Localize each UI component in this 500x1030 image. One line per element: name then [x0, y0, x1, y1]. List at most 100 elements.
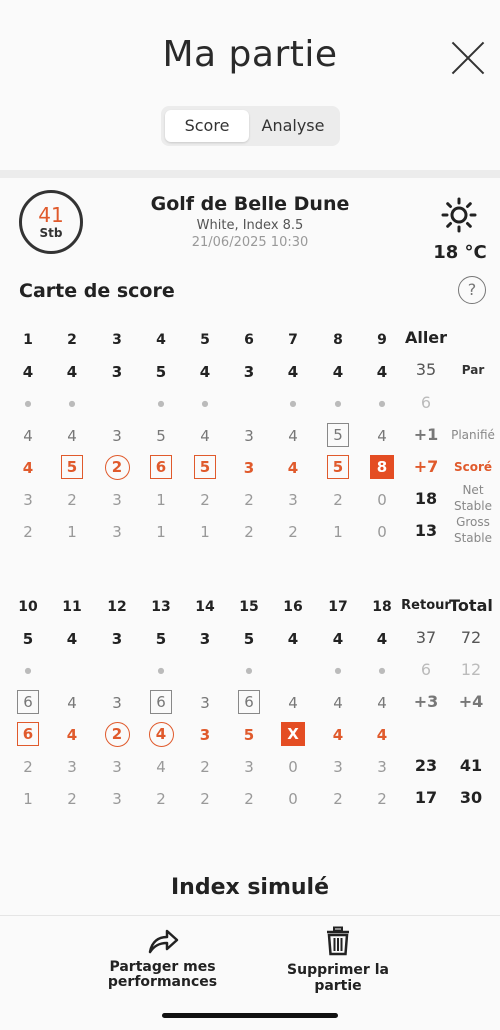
- gross-cell: 0: [377, 523, 387, 541]
- net-cell: 2: [23, 758, 33, 776]
- planned-cell: 6: [232, 690, 266, 714]
- stroke-dot: ●: [334, 666, 342, 675]
- hole-number: 3: [112, 332, 122, 348]
- gross-cell: 2: [23, 523, 33, 541]
- grand-par-total: 72: [460, 628, 482, 647]
- score-cell: 4: [144, 722, 178, 747]
- front-strokes-total: 6: [420, 393, 432, 412]
- score-cell: 4: [287, 459, 299, 477]
- sun-icon: [441, 197, 477, 233]
- score-marker: 2: [104, 455, 130, 480]
- planned-cell: 4: [377, 694, 387, 712]
- gross-cell: 1: [200, 523, 210, 541]
- score-cell: 6: [11, 722, 45, 746]
- score-marker: 6: [150, 455, 172, 479]
- gross-cell: 1: [67, 523, 77, 541]
- net-cell: 3: [377, 758, 387, 776]
- simulated-index-title: Index simulé: [170, 875, 330, 900]
- hole-number: 14: [195, 599, 215, 615]
- share-label: Partager mes performances: [107, 959, 218, 990]
- net-cell: 3: [333, 758, 343, 776]
- help-icon[interactable]: ?: [458, 276, 486, 304]
- delete-round-button[interactable]: Supprimer la partie: [262, 926, 414, 994]
- score-marker: 5: [327, 423, 349, 447]
- share-icon: [148, 929, 178, 954]
- score-cell: 8: [365, 455, 399, 479]
- score-marker: 5: [327, 455, 349, 479]
- gross-cell: 2: [377, 790, 387, 808]
- close-icon[interactable]: [448, 38, 488, 78]
- score-cell: 4: [22, 459, 34, 477]
- hole-number: 10: [18, 599, 38, 615]
- par-cell: 5: [155, 630, 167, 648]
- label-gross: Gross Stable: [453, 515, 492, 545]
- score-cell: 4: [376, 726, 388, 744]
- planned-cell: 5: [156, 427, 166, 445]
- tab-score[interactable]: Score: [165, 110, 249, 142]
- par-cell: 3: [199, 630, 211, 648]
- label-par: Par: [461, 363, 485, 377]
- delete-label: Supprimer la partie: [287, 962, 389, 994]
- back-net-total: 23: [414, 756, 438, 775]
- stroke-dot: ●: [245, 666, 253, 675]
- par-cell: 4: [287, 363, 299, 381]
- grand-gross-total: 30: [459, 788, 483, 807]
- score-marker: 4: [148, 722, 174, 747]
- hole-number: 18: [372, 599, 392, 615]
- hole-number: 2: [67, 332, 77, 348]
- gross-cell: 2: [200, 790, 210, 808]
- score-cell: 5: [243, 726, 255, 744]
- planned-cell: 6: [144, 690, 178, 714]
- tab-analyse[interactable]: Analyse: [249, 110, 337, 142]
- label-net: Net Stable: [453, 483, 492, 513]
- score-cell: 4: [66, 726, 78, 744]
- label-scored: Scoré: [453, 460, 493, 474]
- gross-cell: 2: [156, 790, 166, 808]
- par-cell: 4: [376, 630, 388, 648]
- par-cell: 3: [111, 630, 123, 648]
- hole-number: 4: [156, 332, 166, 348]
- planned-cell: 3: [244, 427, 254, 445]
- score-marker: 2: [104, 722, 130, 747]
- gross-cell: 2: [244, 523, 254, 541]
- net-cell: 3: [23, 491, 33, 509]
- share-button[interactable]: Partager mes performances: [100, 926, 225, 990]
- home-indicator: [162, 1013, 338, 1018]
- score-marker: 6: [150, 690, 172, 714]
- stroke-dot: ●: [289, 399, 297, 408]
- hole-number: 11: [62, 599, 82, 615]
- score-cell: 2: [100, 455, 134, 480]
- stroke-dot: ●: [201, 399, 209, 408]
- temperature: 18 °C: [433, 242, 487, 263]
- tee-index: White, Index 8.5: [196, 218, 304, 233]
- planned-cell: 4: [23, 427, 33, 445]
- planned-cell: 5: [321, 423, 355, 447]
- net-cell: 2: [244, 491, 254, 509]
- net-cell: 3: [112, 491, 122, 509]
- score-marker: X: [281, 722, 305, 746]
- par-cell: 4: [22, 363, 34, 381]
- net-cell: 2: [67, 491, 77, 509]
- gross-cell: 1: [23, 790, 33, 808]
- score-cell: 5: [55, 455, 89, 479]
- front-net-total: 18: [414, 489, 438, 508]
- score-marker: 8: [370, 455, 394, 479]
- net-cell: 3: [288, 491, 298, 509]
- planned-cell: 3: [200, 694, 210, 712]
- page-title: Ma partie: [162, 34, 338, 75]
- hole-number: 17: [328, 599, 348, 615]
- net-cell: 0: [377, 491, 387, 509]
- planned-cell: 4: [67, 694, 77, 712]
- hole-number: 16: [283, 599, 303, 615]
- planned-cell: 4: [288, 694, 298, 712]
- stroke-dot: ●: [157, 399, 165, 408]
- trash-icon: [327, 926, 349, 956]
- net-cell: 2: [333, 491, 343, 509]
- back-par-total: 37: [415, 628, 437, 647]
- planned-cell: 4: [67, 427, 77, 445]
- par-cell: 4: [332, 363, 344, 381]
- par-cell: 5: [22, 630, 34, 648]
- score-cell: 4: [332, 726, 344, 744]
- score-marker: 6: [17, 690, 39, 714]
- score-cell: X: [276, 722, 310, 746]
